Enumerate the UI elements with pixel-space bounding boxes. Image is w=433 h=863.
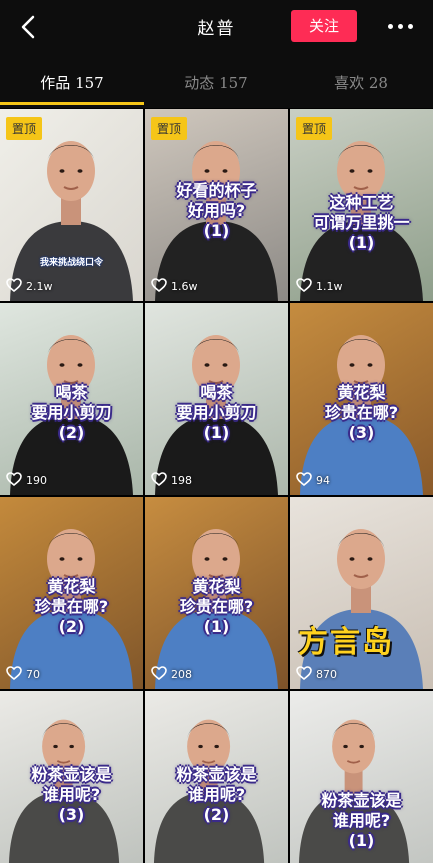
pinned-badge: 置顶 bbox=[151, 117, 188, 140]
tab-likes[interactable]: 喜欢 28 bbox=[289, 72, 433, 93]
active-tab-indicator bbox=[0, 102, 144, 105]
video-thumbnail[interactable]: 置顶好看的杯子 好用吗? (1) 1.6w bbox=[145, 109, 288, 301]
follow-button[interactable]: 关注 bbox=[291, 10, 357, 42]
like-count: 70 bbox=[6, 666, 40, 683]
video-thumbnail[interactable]: 方言岛 870 bbox=[290, 497, 433, 689]
like-count: 1.1w bbox=[296, 278, 343, 295]
video-caption: 粉茶壶该是 谁用呢? (1) bbox=[321, 791, 402, 850]
like-count-value: 2.1w bbox=[26, 280, 53, 293]
video-caption: 这种工艺 可谓万里挑一 (1) bbox=[313, 193, 410, 252]
top-bar: 赵普 关注 bbox=[0, 0, 433, 56]
like-count: 870 bbox=[296, 666, 337, 683]
video-caption: 黄花梨 珍贵在哪? (1) bbox=[179, 577, 254, 636]
heart-icon bbox=[6, 278, 22, 295]
video-thumbnail[interactable]: 喝茶 要用小剪刀 (1) 198 bbox=[145, 303, 288, 495]
heart-icon bbox=[296, 278, 312, 295]
pinned-badge: 置顶 bbox=[6, 117, 43, 140]
video-subtitle: 我来挑战绕口令 bbox=[39, 258, 103, 268]
heart-icon bbox=[151, 666, 167, 683]
more-options-icon[interactable] bbox=[386, 14, 416, 38]
heart-icon bbox=[6, 472, 22, 489]
heart-icon bbox=[151, 278, 167, 295]
video-thumbnail[interactable]: 喝茶 要用小剪刀 (2) 190 bbox=[0, 303, 143, 495]
profile-tabs: 作品 157 动态 157 喜欢 28 bbox=[0, 56, 433, 108]
like-count: 94 bbox=[296, 472, 330, 489]
like-count-value: 208 bbox=[171, 668, 192, 681]
tab-works[interactable]: 作品 157 bbox=[0, 72, 144, 93]
like-count-value: 70 bbox=[26, 668, 40, 681]
heart-icon bbox=[151, 472, 167, 489]
like-count-value: 1.1w bbox=[316, 280, 343, 293]
like-count: 198 bbox=[151, 472, 192, 489]
video-caption: 粉茶壶该是 谁用呢? (2) bbox=[176, 765, 257, 824]
like-count-value: 190 bbox=[26, 474, 47, 487]
video-caption: 粉茶壶该是 谁用呢? (3) bbox=[31, 765, 112, 824]
video-thumbnail[interactable]: 黄花梨 珍贵在哪? (1) 208 bbox=[145, 497, 288, 689]
video-caption: 好看的杯子 好用吗? (1) bbox=[176, 181, 257, 240]
video-caption: 黄花梨 珍贵在哪? (3) bbox=[324, 383, 399, 442]
like-count-value: 198 bbox=[171, 474, 192, 487]
pinned-badge: 置顶 bbox=[296, 117, 333, 140]
video-caption: 喝茶 要用小剪刀 (2) bbox=[31, 383, 112, 442]
video-thumbnail[interactable]: 黄花梨 珍贵在哪? (3) 94 bbox=[290, 303, 433, 495]
video-thumbnail[interactable]: 置顶我来挑战绕口令 2.1w bbox=[0, 109, 143, 301]
heart-icon bbox=[296, 472, 312, 489]
video-thumbnail[interactable]: 置顶这种工艺 可谓万里挑一 (1) 1.1w bbox=[290, 109, 433, 301]
like-count: 2.1w bbox=[6, 278, 53, 295]
heart-icon bbox=[6, 666, 22, 683]
video-thumbnail[interactable]: 黄花梨 珍贵在哪? (2) 70 bbox=[0, 497, 143, 689]
like-count: 190 bbox=[6, 472, 47, 489]
video-caption: 喝茶 要用小剪刀 (1) bbox=[176, 383, 257, 442]
like-count-value: 1.6w bbox=[171, 280, 198, 293]
brand-title: 方言岛 bbox=[298, 625, 394, 660]
tab-moments[interactable]: 动态 157 bbox=[144, 72, 288, 93]
video-thumbnail[interactable]: 粉茶壶该是 谁用呢? (3) bbox=[0, 691, 143, 863]
heart-icon bbox=[296, 666, 312, 683]
profile-name: 赵普 bbox=[197, 19, 236, 39]
video-thumbnail[interactable]: 粉茶壶该是 谁用呢? (2) bbox=[145, 691, 288, 863]
like-count: 208 bbox=[151, 666, 192, 683]
like-count-value: 870 bbox=[316, 668, 337, 681]
video-caption: 黄花梨 珍贵在哪? (2) bbox=[34, 577, 109, 636]
video-thumbnail[interactable]: 粉茶壶该是 谁用呢? (1) bbox=[290, 691, 433, 863]
like-count: 1.6w bbox=[151, 278, 198, 295]
like-count-value: 94 bbox=[316, 474, 330, 487]
